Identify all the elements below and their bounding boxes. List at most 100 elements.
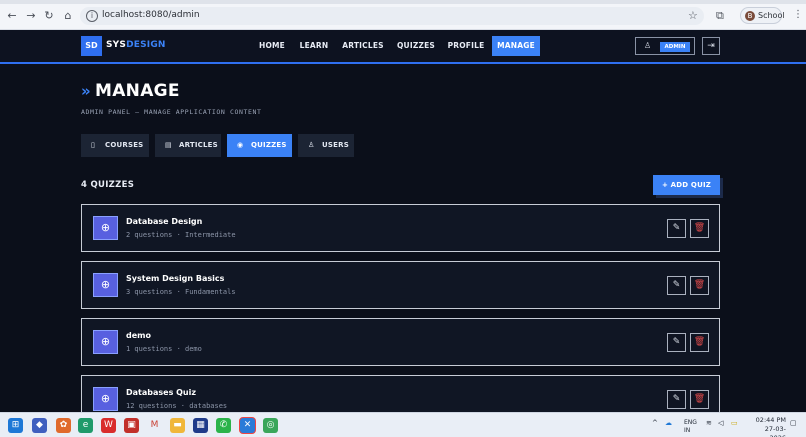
quiz-icon: ⊕ <box>93 387 118 411</box>
quiz-meta: 3 questions · Fundamentals <box>126 288 236 296</box>
quiz-icon: ⊕ <box>93 216 118 240</box>
quiz-icon: ⊕ <box>93 273 118 297</box>
tab-label: QUIZZES <box>251 141 287 149</box>
quiz-title: System Design Basics <box>126 274 225 283</box>
quiz-meta: 2 questions · Intermediate <box>126 231 236 239</box>
users-icon: ♙ <box>308 141 315 149</box>
admin-account-button[interactable]: ♙ ADMIN <box>635 37 695 55</box>
notification-icon[interactable]: ▢ <box>790 419 797 427</box>
app-icon[interactable]: ▦ <box>193 418 208 433</box>
tray-chevron-icon[interactable]: ^ <box>652 419 658 427</box>
tab-strip <box>0 0 806 4</box>
page-title: » MANAGE <box>81 81 180 101</box>
pencil-icon: ✎ <box>672 394 681 404</box>
delete-button[interactable]: 🗑 <box>690 390 709 409</box>
app-icon[interactable]: ▣ <box>124 418 139 433</box>
url-text: localhost:8080/admin <box>102 10 200 20</box>
trash-icon: 🗑 <box>693 394 706 404</box>
nav-quizzes[interactable]: QUIZZES <box>395 36 437 56</box>
delete-button[interactable]: 🗑 <box>690 333 709 352</box>
quiz-card[interactable]: ⊕ Database Design 2 questions · Intermed… <box>81 204 720 252</box>
reload-icon[interactable]: ↻ <box>43 10 55 22</box>
quiz-icon: ⊕ <box>93 330 118 354</box>
browser-chrome: ← → ↻ ⌂ i localhost:8080/admin ☆ ⧉ B Sch… <box>0 0 806 30</box>
edit-button[interactable]: ✎ <box>667 390 686 409</box>
logout-button[interactable]: ⇥ <box>702 37 720 55</box>
tab-users[interactable]: ♙ USERS <box>298 134 354 157</box>
nav-profile[interactable]: PROFILE <box>446 36 486 56</box>
clock-time: 02:44 PM <box>755 416 786 424</box>
app-icon[interactable]: ◆ <box>32 418 47 433</box>
quiz-count: 4 QUIZZES <box>81 180 135 190</box>
extensions-icon[interactable]: ⧉ <box>716 9 724 23</box>
logout-icon: ⇥ <box>707 41 715 51</box>
quiz-title: Database Design <box>126 217 203 226</box>
nav-articles[interactable]: ARTICLES <box>340 36 386 56</box>
taskbar: ⊞ ◆ ✿ e W ▣ M ▬ ▦ ✆ ✕ ◎ ^ ☁ ENG IN ≋ ◁ ▭ … <box>0 412 806 437</box>
page-subtitle: ADMIN PANEL — MANAGE APPLICATION CONTENT <box>81 108 262 116</box>
pencil-icon: ✎ <box>672 223 681 233</box>
tab-articles[interactable]: ▤ ARTICLES <box>155 134 221 157</box>
tab-label: USERS <box>322 141 349 149</box>
quiz-title: Databases Quiz <box>126 388 197 397</box>
vscode-icon[interactable]: ✕ <box>240 418 255 433</box>
logo-text[interactable]: SYSDESIGN <box>106 40 166 50</box>
battery-icon[interactable]: ▭ <box>731 419 738 427</box>
edit-button[interactable]: ✎ <box>667 333 686 352</box>
forward-icon[interactable]: → <box>25 10 37 22</box>
quiz-card[interactable]: ⊕ demo 1 questions · demo ✎ 🗑 <box>81 318 720 366</box>
trash-icon: 🗑 <box>693 223 706 233</box>
quiz-icon: ◉ <box>237 141 244 149</box>
wifi-icon[interactable]: ≋ <box>706 419 712 427</box>
delete-button[interactable]: 🗑 <box>690 276 709 295</box>
nav-learn[interactable]: LEARN <box>297 36 331 56</box>
folder-icon[interactable]: ▬ <box>170 418 185 433</box>
address-bar[interactable]: i localhost:8080/admin <box>80 7 704 25</box>
windows-start-icon[interactable]: ⊞ <box>8 418 23 433</box>
delete-button[interactable]: 🗑 <box>690 219 709 238</box>
gmail-icon[interactable]: M <box>147 418 162 433</box>
quiz-meta: 12 questions · databases <box>126 402 228 410</box>
quiz-title: demo <box>126 331 151 340</box>
home-icon[interactable]: ⌂ <box>62 10 74 22</box>
clock-date: 27-03-2026 <box>764 425 786 437</box>
logo-text-accent: DESIGN <box>126 40 166 50</box>
chrome-icon[interactable]: ◎ <box>263 418 278 433</box>
edge-icon[interactable]: e <box>78 418 93 433</box>
logo-badge[interactable]: SD <box>81 36 102 56</box>
nav-manage[interactable]: MANAGE <box>492 36 540 56</box>
trash-icon: 🗑 <box>693 280 706 290</box>
user-icon: ♙ <box>644 41 652 50</box>
system-clock[interactable]: 02:44 PM 27-03-2026 <box>754 416 786 437</box>
volume-icon[interactable]: ◁ <box>718 419 723 427</box>
profile-button[interactable]: B School <box>740 7 785 24</box>
lang-bottom: IN <box>684 427 691 434</box>
tab-quizzes[interactable]: ◉ QUIZZES <box>227 134 292 157</box>
app-icon[interactable]: ✿ <box>56 418 71 433</box>
wps-icon[interactable]: W <box>101 418 116 433</box>
add-quiz-button[interactable]: + ADD QUIZ <box>653 175 720 195</box>
edit-button[interactable]: ✎ <box>667 276 686 295</box>
bookmark-star-icon[interactable]: ☆ <box>688 9 698 22</box>
quiz-meta: 1 questions · demo <box>126 345 202 353</box>
pencil-icon: ✎ <box>672 337 681 347</box>
quiz-card[interactable]: ⊕ System Design Basics 3 questions · Fun… <box>81 261 720 309</box>
tab-label: COURSES <box>105 141 144 149</box>
tab-courses[interactable]: ▯ COURSES <box>81 134 149 157</box>
edit-button[interactable]: ✎ <box>667 219 686 238</box>
trash-icon: 🗑 <box>693 337 706 347</box>
chevrons-icon: » <box>81 82 91 100</box>
book-icon: ▯ <box>91 141 96 149</box>
pencil-icon: ✎ <box>672 280 681 290</box>
logo-text-primary: SYS <box>106 40 127 50</box>
whatsapp-icon[interactable]: ✆ <box>216 418 231 433</box>
back-icon[interactable]: ← <box>6 10 18 22</box>
language-indicator[interactable]: ENG IN <box>684 419 697 435</box>
onedrive-icon[interactable]: ☁ <box>665 419 672 427</box>
nav-home[interactable]: HOME <box>256 36 288 56</box>
browser-menu-icon[interactable]: ⋮ <box>793 9 803 20</box>
site-info-icon[interactable]: i <box>86 10 98 22</box>
profile-avatar: B <box>745 11 755 21</box>
admin-badge: ADMIN <box>660 42 690 52</box>
document-icon: ▤ <box>165 141 172 149</box>
